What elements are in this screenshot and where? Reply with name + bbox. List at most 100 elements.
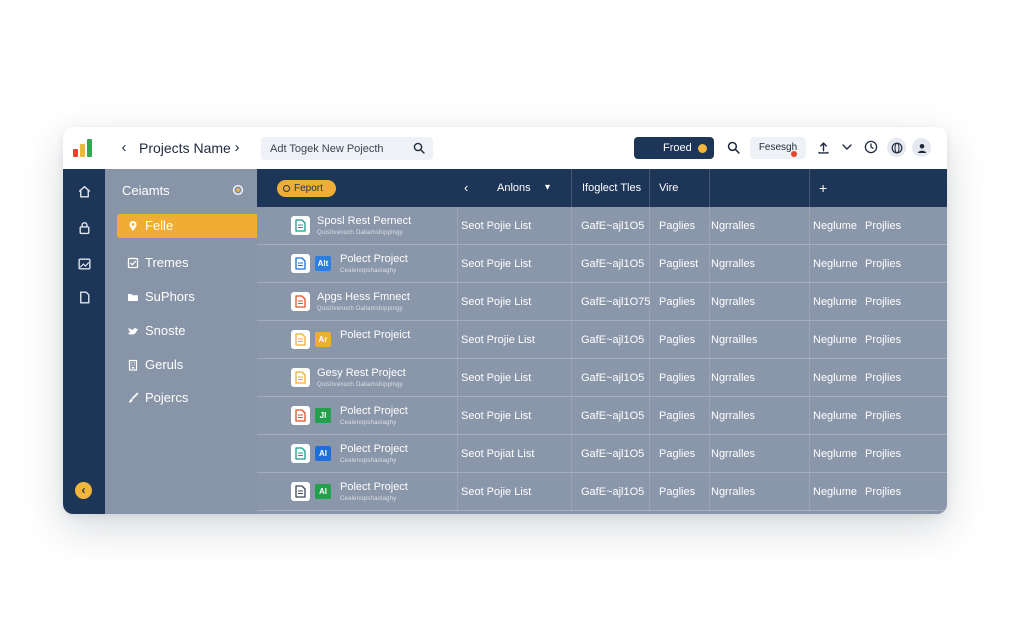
- refresh-icon[interactable]: [231, 183, 245, 197]
- search-input[interactable]: [261, 137, 401, 160]
- found-button[interactable]: Froed: [634, 137, 714, 159]
- sidebar-item-suphors[interactable]: SuPhors: [117, 285, 257, 309]
- table-cell: Paglies: [659, 410, 696, 422]
- table-row[interactable]: Sposl Rest Pernect Quisitvenoch Dallamshi…: [257, 207, 947, 245]
- lock-icon[interactable]: [76, 219, 92, 235]
- sidebar-item-label: SuPhors: [145, 289, 195, 304]
- gallery-icon[interactable]: [76, 255, 92, 271]
- table-row[interactable]: Alt Polect Project Cealenopshaolaghy Seot P…: [257, 245, 947, 283]
- search-icon[interactable]: [725, 139, 741, 155]
- table-cell: Neglume: [813, 220, 858, 232]
- sidebar-item-tremes[interactable]: Tremes: [117, 251, 257, 275]
- page-title: Projects Name: [139, 140, 231, 156]
- collapse-sidebar-icon[interactable]: ‹: [75, 482, 92, 499]
- project-name: Apgs Hess Fmnect: [317, 291, 410, 303]
- cell-divider: [809, 283, 810, 321]
- table-cell: GafE~ajl1O5: [581, 486, 645, 498]
- cell-divider: [649, 435, 650, 473]
- table-cell: Projlies: [865, 296, 902, 308]
- cell-divider: [457, 321, 458, 359]
- cell-divider: [809, 207, 810, 245]
- table-row[interactable]: Apgs Hess Fmnect Quisitvenoch Dallamshipp…: [257, 283, 947, 321]
- checkbox-icon: [126, 256, 140, 270]
- project-subtitle: Cealenopshaolaghy: [340, 268, 397, 274]
- table-cell: Seot Pojie List: [461, 486, 532, 498]
- cell-divider: [809, 435, 810, 473]
- table-row[interactable]: Al Polect Project Cealenopshaolaghy Seot Po…: [257, 435, 947, 473]
- table-cell: Ngrralles: [711, 296, 756, 308]
- report-button[interactable]: Feport: [277, 180, 336, 197]
- table-cell: Ngrralles: [711, 410, 756, 422]
- table-row[interactable]: Gesy Rest Project Quisitvenoch Dallamship…: [257, 359, 947, 397]
- table-row[interactable]: Al Polect Project Cealenopshaolaghy Seot Po…: [257, 473, 947, 511]
- chevron-down-icon[interactable]: [839, 139, 855, 155]
- file-document-icon: [291, 216, 310, 235]
- sidebar-item-label: Felle: [145, 218, 174, 233]
- table-cell: Paglies: [659, 334, 696, 346]
- column-header-titles[interactable]: Ifoglect Tles: [582, 169, 641, 207]
- project-name: Sposl Rest Pernect: [317, 215, 412, 227]
- search-icon[interactable]: [413, 142, 425, 154]
- table-cell: Neglume: [813, 372, 858, 384]
- sidebar-item-pojercs[interactable]: Pojercs: [117, 386, 257, 410]
- cell-divider: [709, 397, 710, 435]
- sidebar-item-label: Pojercs: [145, 390, 189, 405]
- table-cell: Seot Pojie List: [461, 410, 532, 422]
- globe-icon[interactable]: [887, 138, 906, 157]
- table-cell: Neglume: [813, 410, 858, 422]
- table-row[interactable]: Jl Polect Project Cealenopshaolaghy Seot Po…: [257, 397, 947, 435]
- cell-divider: [457, 207, 458, 245]
- document-icon[interactable]: [76, 289, 92, 305]
- file-type-badge: Al: [315, 484, 331, 499]
- add-column-button[interactable]: +: [819, 169, 827, 207]
- cell-divider: [649, 207, 650, 245]
- column-header-vire[interactable]: Vire: [659, 169, 678, 207]
- cell-divider: [809, 245, 810, 283]
- report-icon: [283, 185, 290, 192]
- table-cell: Seot Projie List: [461, 334, 535, 346]
- table-cell: GafE~ajl1O5: [581, 334, 645, 346]
- sort-chevron-icon[interactable]: ▾: [545, 169, 550, 207]
- sidebar-item-felle[interactable]: Felle: [117, 214, 257, 238]
- project-subtitle: Cealenopshaolaghy: [340, 496, 397, 502]
- column-header-actions[interactable]: Anlons: [497, 169, 531, 207]
- file-type-badge: Alt: [315, 256, 331, 271]
- cell-divider: [649, 245, 650, 283]
- project-subtitle: Cealenopshaolaghy: [340, 420, 397, 426]
- table-cell: Seot Pojie List: [461, 372, 532, 384]
- sidebar-heading: Ceiamts: [122, 183, 170, 198]
- sidebar-item-geruls[interactable]: Geruls: [117, 353, 257, 377]
- found-label: Froed: [663, 142, 692, 154]
- cell-divider: [709, 207, 710, 245]
- table-cell: Paglies: [659, 296, 696, 308]
- search-bar: [261, 137, 433, 160]
- table-cell: Paglies: [659, 372, 696, 384]
- file-document-icon: [291, 254, 310, 273]
- table-cell: GafE~ajl1O5: [581, 410, 645, 422]
- user-avatar-icon[interactable]: [912, 138, 931, 157]
- project-name: Polect Project: [340, 253, 408, 265]
- table-cell: GafE~ajl1O5: [581, 448, 645, 460]
- file-type-badge: Jl: [315, 408, 331, 423]
- table-cell: Ngrralles: [711, 448, 756, 460]
- table-cell: Ngrralles: [711, 486, 756, 498]
- bird-icon: [126, 324, 140, 338]
- column-divider: [809, 169, 810, 207]
- cell-divider: [809, 397, 810, 435]
- cell-divider: [709, 283, 710, 321]
- prev-chevron-icon[interactable]: ‹: [464, 169, 468, 207]
- forward-chevron-icon[interactable]: ›: [230, 139, 244, 157]
- cell-divider: [809, 321, 810, 359]
- cell-divider: [571, 473, 572, 511]
- back-chevron-icon[interactable]: ‹: [117, 139, 131, 157]
- project-subtitle: Quisitvenoch Dallamshippingy: [317, 306, 403, 312]
- clock-icon[interactable]: [863, 139, 879, 155]
- research-button[interactable]: Fesesgh: [750, 137, 806, 159]
- table-cell: Projlies: [865, 486, 902, 498]
- table-row[interactable]: Ar Polect Projeict Seot Projie List GafE~aj…: [257, 321, 947, 359]
- notification-dot-icon: [791, 151, 797, 157]
- table-cell: GafE~ajl1O75: [581, 296, 651, 308]
- sidebar-item-snoste[interactable]: Snoste: [117, 319, 257, 343]
- home-icon[interactable]: [76, 183, 92, 199]
- upload-icon[interactable]: [815, 139, 831, 155]
